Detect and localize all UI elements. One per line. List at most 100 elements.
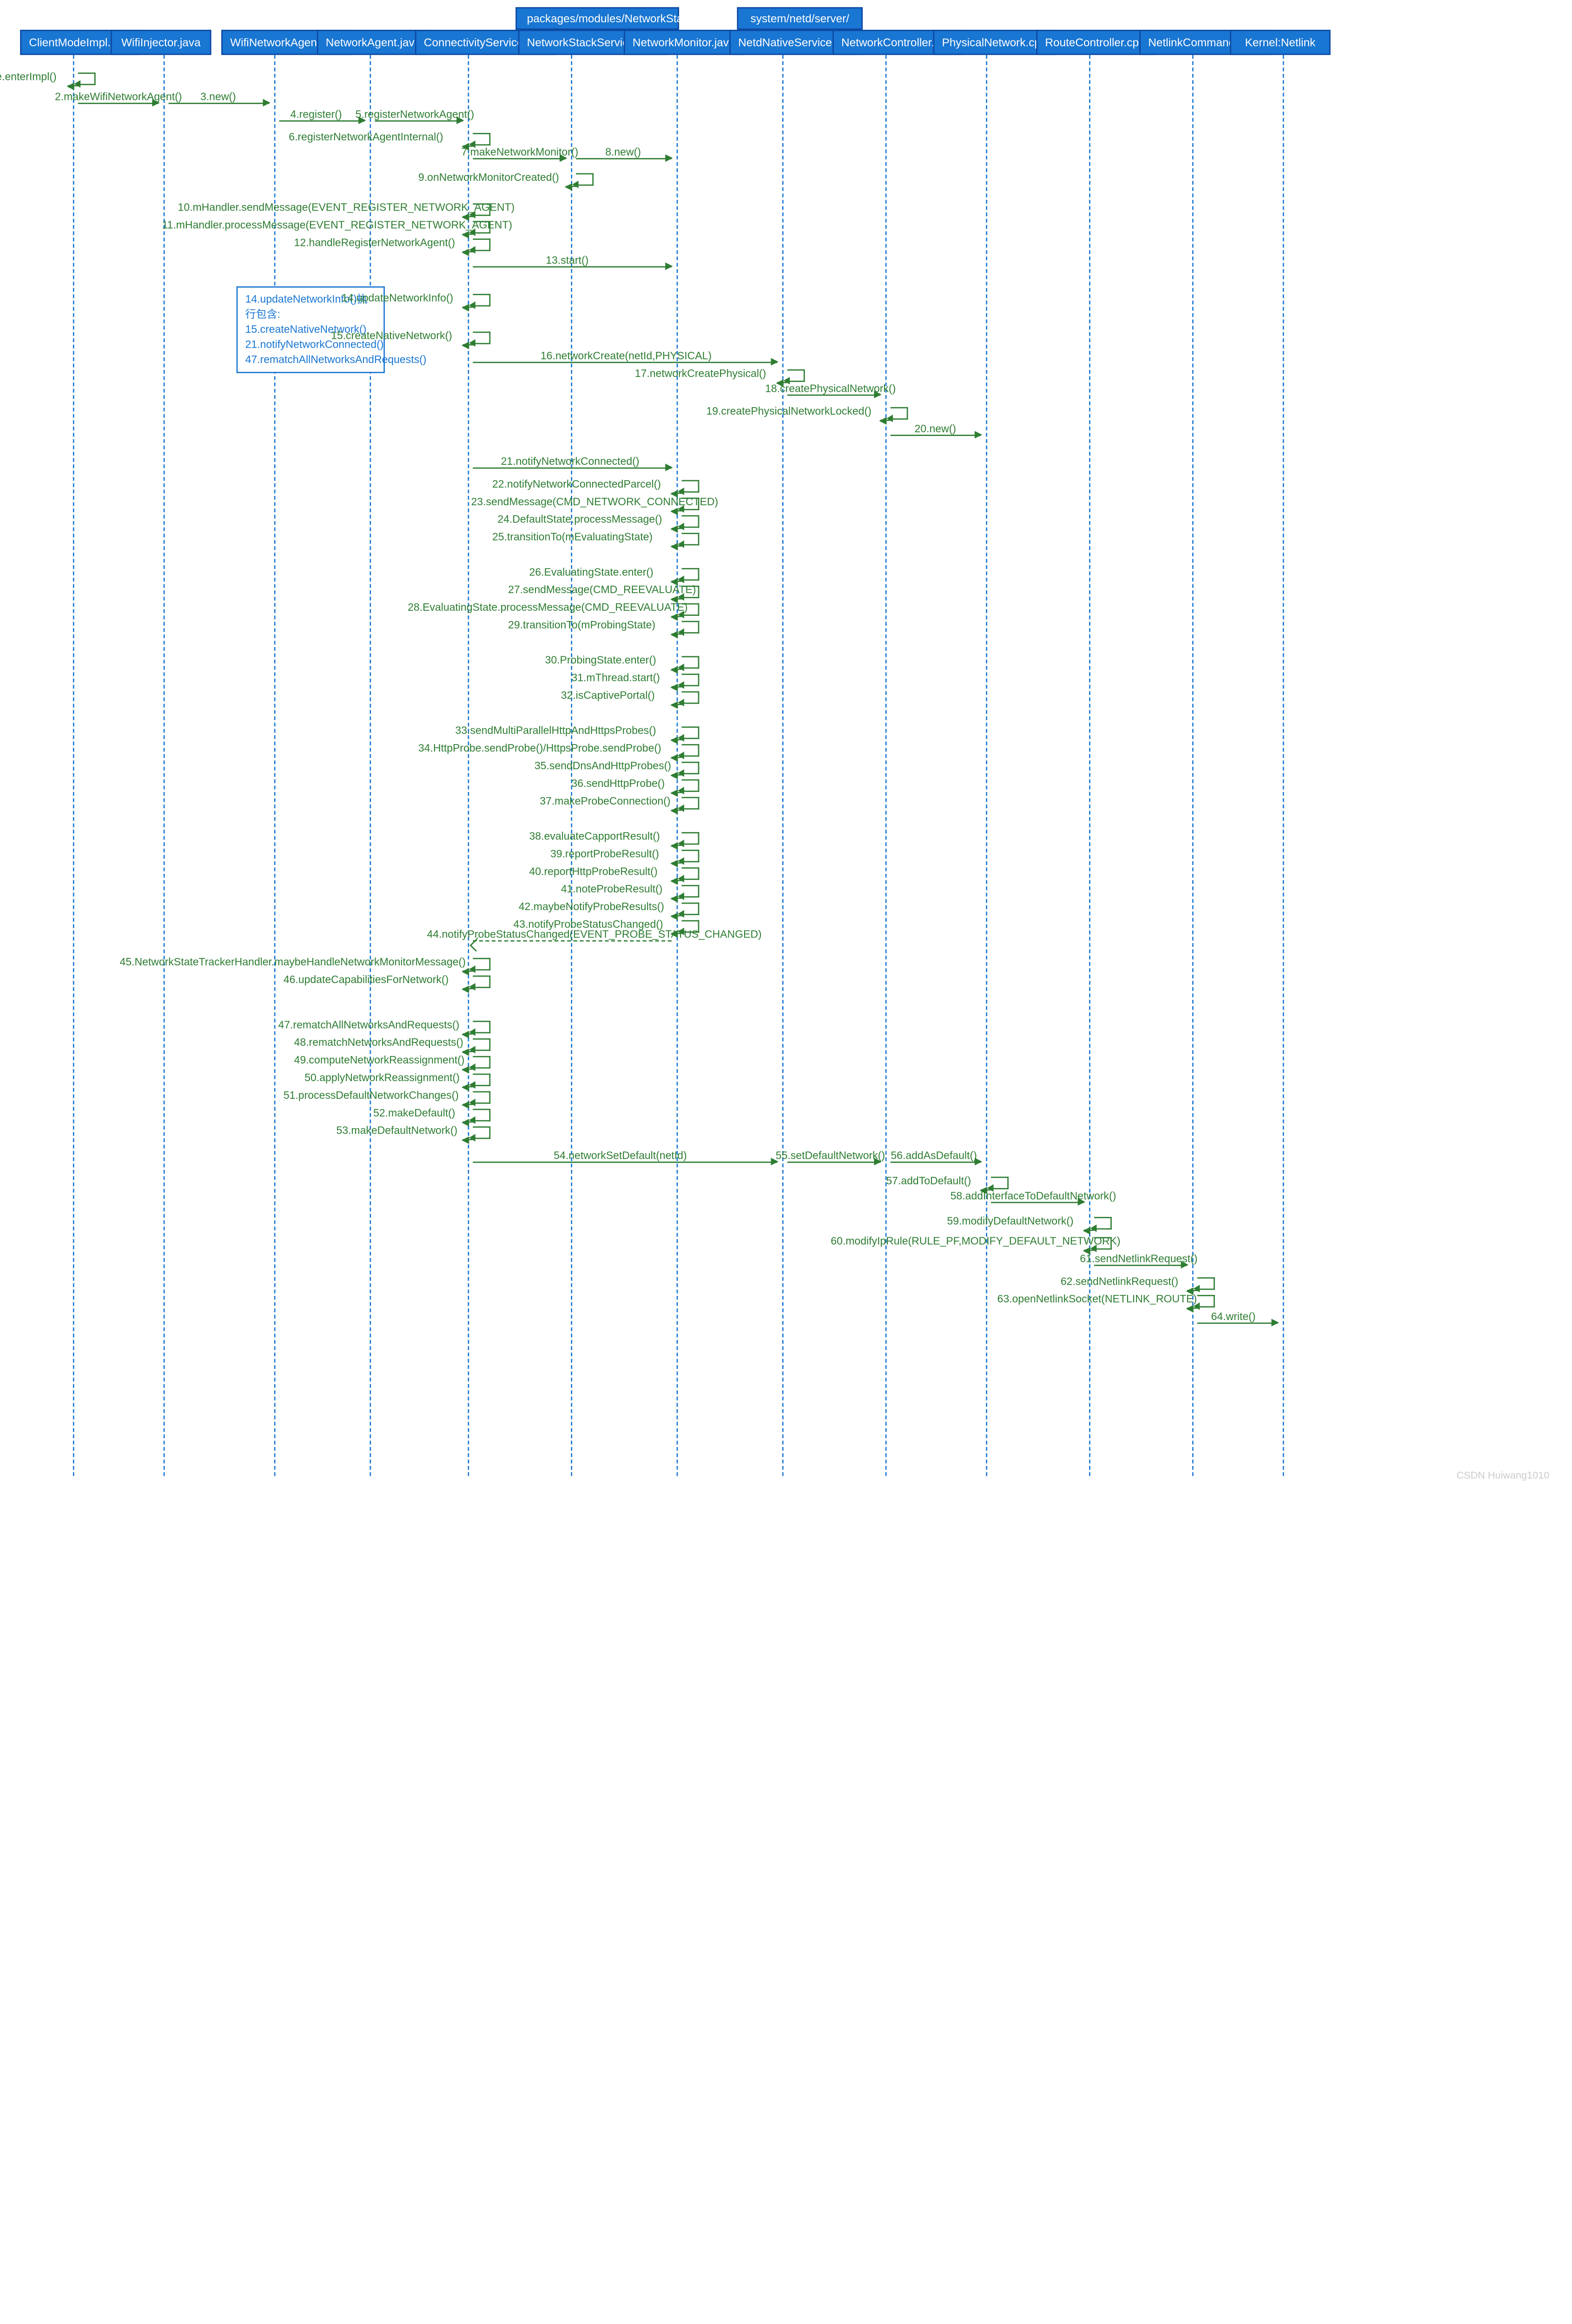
message-label: 42.maybeNotifyProbeResults()	[519, 900, 664, 912]
lifeline	[1283, 55, 1284, 1476]
message-label: 27.sendMessage(CMD_REEVALUATE)	[508, 583, 696, 596]
self-message	[473, 976, 490, 988]
message-label: 45.NetworkStateTrackerHandler.maybeHandl…	[120, 955, 466, 968]
self-message	[473, 294, 490, 306]
message-label: 22.notifyNetworkConnectedParcel()	[492, 477, 661, 490]
message-label: 4.register()	[290, 108, 342, 120]
message-label: 57.addToDefault()	[886, 1174, 971, 1187]
message-label: 18.createPhysicalNetwork()	[765, 382, 896, 395]
message-label: 50.applyNetworkReassignment()	[304, 1071, 460, 1083]
message-arrow	[473, 468, 671, 469]
message-label: 20.new()	[914, 422, 956, 435]
self-message	[473, 1056, 490, 1069]
lifeline	[782, 55, 784, 1476]
self-message	[473, 133, 490, 145]
message-label: 41.noteProbeResult()	[561, 883, 663, 895]
self-message	[681, 885, 699, 898]
self-message	[681, 673, 699, 686]
message-label: 31.mThread.start()	[571, 671, 660, 684]
lifeline	[885, 55, 887, 1476]
message-label: 61.sendNetlinkRequest()	[1080, 1252, 1197, 1265]
self-message	[681, 568, 699, 581]
self-message	[681, 762, 699, 774]
lifeline	[164, 55, 165, 1476]
message-label: 3.new()	[200, 90, 236, 103]
lifeline	[73, 55, 74, 1476]
message-label: 64.write()	[1211, 1310, 1255, 1322]
message-label: 13.start()	[546, 254, 588, 266]
self-message	[681, 621, 699, 634]
message-label: 28.EvaluatingState.processMessage(CMD_RE…	[408, 601, 687, 613]
message-label: 16.networkCreate(netId,PHYSICAL)	[541, 349, 712, 362]
message-arrow	[891, 1162, 981, 1163]
message-label: 23.sendMessage(CMD_NETWORK_CONNECTED)	[471, 495, 719, 508]
message-label: 19.createPhysicalNetworkLocked()	[706, 404, 871, 417]
self-message	[576, 173, 594, 186]
message-label: 37.makeProbeConnection()	[540, 794, 670, 807]
group-label: system/netd/server/	[737, 7, 863, 30]
self-message	[891, 407, 908, 420]
self-message	[681, 656, 699, 669]
message-label: 54.networkSetDefault(netId)	[554, 1149, 687, 1162]
message-label: 40.reportHttpProbeResult()	[529, 865, 658, 878]
message-label: 39.reportProbeResult()	[550, 847, 659, 860]
self-message	[681, 744, 699, 757]
self-message	[681, 832, 699, 845]
message-arrow	[169, 103, 269, 104]
self-message	[681, 515, 699, 528]
message-label: 52.makeDefault()	[373, 1106, 455, 1119]
message-label: 24.DefaultState.processMessage()	[497, 513, 662, 525]
message-arrow	[1197, 1322, 1278, 1324]
lifeline	[677, 55, 678, 1476]
lifeline	[986, 55, 987, 1476]
self-message	[1197, 1295, 1215, 1307]
self-message	[681, 480, 699, 493]
message-label: 6.registerNetworkAgentInternal()	[289, 131, 443, 143]
message-label: 36.sendHttpProbe()	[571, 777, 665, 789]
participant-p10: RouteController.cpp	[1036, 30, 1154, 55]
message-label: 2.makeWifiNetworkAgent()	[55, 90, 182, 103]
message-label: 46.updateCapabilitiesForNetwork()	[284, 973, 449, 985]
self-message	[681, 533, 699, 545]
message-label: 38.evaluateCapportResult()	[529, 830, 660, 842]
participant-p6: NetworkMonitor.java	[624, 30, 744, 55]
participant-p3: NetworkAgent.java	[317, 30, 429, 55]
message-label: 10.mHandler.sendMessage(EVENT_REGISTER_N…	[178, 201, 515, 213]
self-message	[473, 331, 490, 344]
message-label: 55.setDefaultNetwork()	[776, 1149, 885, 1162]
message-label: 44.notifyProbeStatusChanged(EVENT_PROBE_…	[427, 928, 762, 940]
self-message	[1094, 1217, 1112, 1229]
message-label: 47.rematchAllNetworksAndRequests()	[278, 1018, 459, 1031]
message-label: 62.sendNetlinkRequest()	[1061, 1275, 1178, 1287]
message-arrow	[787, 395, 880, 396]
message-label: 63.openNetlinkSocket(NETLINK_ROUTE)	[997, 1293, 1197, 1305]
message-label: 60.modifyIpRule(RULE_PF,MODIFY_DEFAULT_N…	[831, 1235, 1120, 1247]
lifeline	[370, 55, 371, 1476]
message-arrow	[375, 120, 462, 122]
message-label: 30.ProbingState.enter()	[545, 654, 656, 666]
message-arrow	[891, 435, 981, 436]
participant-p12: Kernel:Netlink	[1230, 30, 1330, 55]
message-arrow	[78, 103, 159, 104]
message-arrow	[787, 1162, 880, 1163]
message-label: 53.makeDefaultNetwork()	[336, 1124, 457, 1136]
lifeline	[274, 55, 276, 1476]
message-arrow	[279, 120, 365, 122]
message-label: 56.addAsDefault()	[891, 1149, 977, 1162]
message-arrow	[576, 158, 672, 159]
message-label: 33.sendMultiParallelHttpAndHttpsProbes()	[455, 724, 656, 737]
self-message	[681, 903, 699, 915]
self-message	[473, 1109, 490, 1122]
self-message	[1197, 1277, 1215, 1290]
message-arrow	[473, 266, 671, 268]
message-arrow	[991, 1202, 1084, 1203]
self-message	[473, 238, 490, 251]
message-label: 5.registerNetworkAgent()	[356, 108, 475, 120]
message-label: 29.transitionTo(mProbingState)	[508, 618, 655, 631]
message-arrow	[1094, 1265, 1187, 1266]
message-label: 12.handleRegisterNetworkAgent()	[294, 236, 455, 249]
message-label: 8.new()	[605, 145, 641, 158]
message-arrow	[473, 940, 671, 942]
message-label: 9.onNetworkMonitorCreated()	[418, 171, 559, 183]
self-message	[787, 370, 805, 382]
